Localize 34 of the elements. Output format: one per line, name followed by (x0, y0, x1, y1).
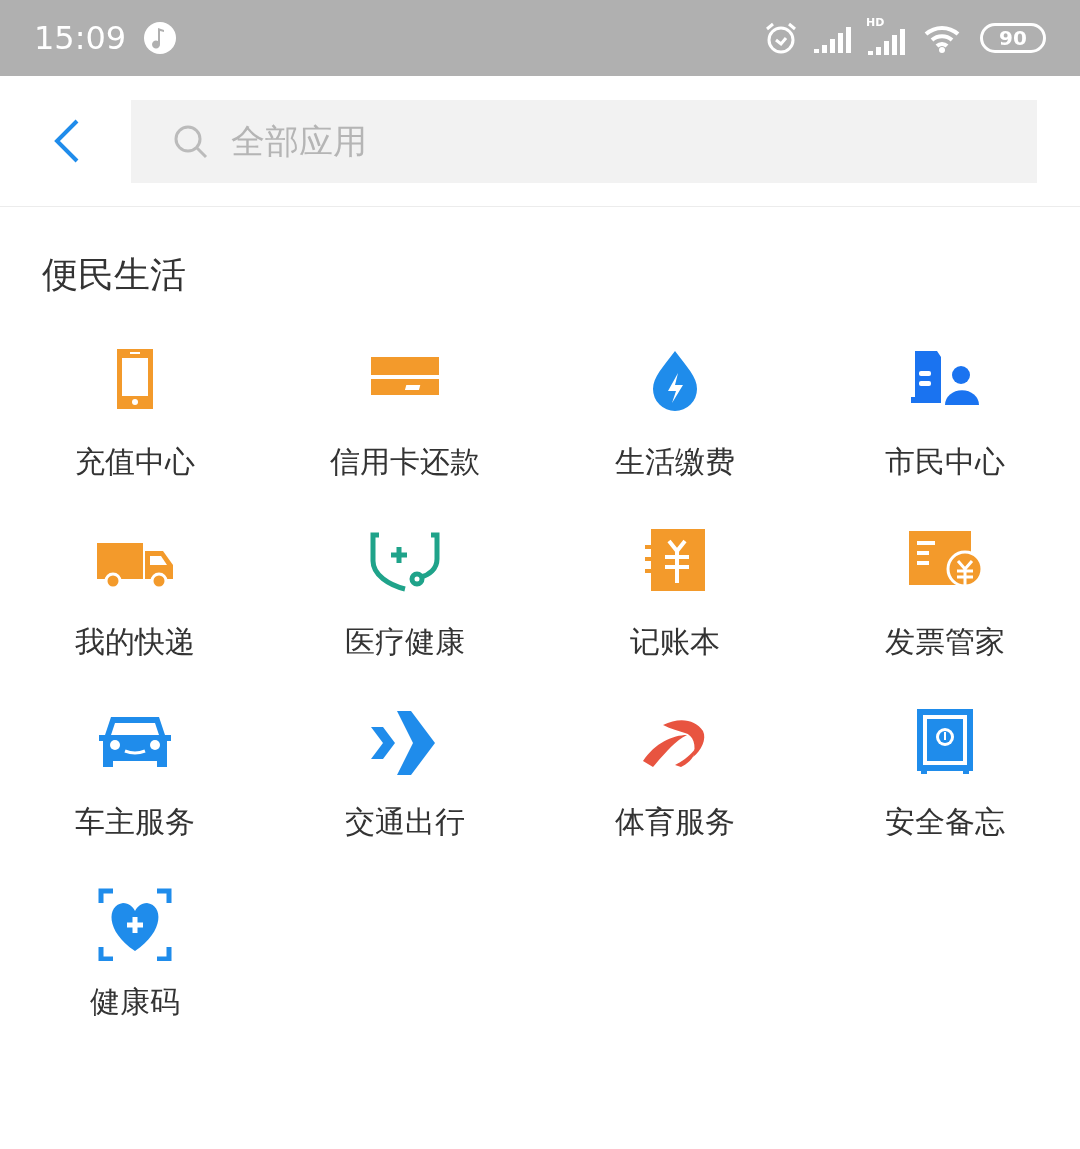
network-label: HD (866, 17, 885, 28)
app-label: 市民中心 (885, 447, 1005, 477)
app-label: 健康码 (90, 987, 180, 1017)
alarm-icon (764, 21, 798, 55)
app-tile[interactable]: 交通出行 (270, 705, 540, 837)
search-field[interactable]: 全部应用 (131, 99, 1037, 183)
app-label: 安全备忘 (885, 807, 1005, 837)
app-label: 体育服务 (615, 807, 735, 837)
app-tile[interactable]: 市民中心 (810, 345, 1080, 477)
app-tile[interactable]: 医疗健康 (270, 525, 540, 657)
section-title: 便民生活 (41, 253, 187, 293)
app-label: 发票管家 (885, 627, 1005, 657)
app-label: 车主服务 (75, 807, 195, 837)
app-tile[interactable]: 车主服务 (0, 705, 270, 837)
app-label: 交通出行 (345, 807, 465, 837)
app-tile[interactable]: 生活缴费 (540, 345, 810, 477)
app-tile[interactable]: 充值中心 (0, 345, 270, 477)
app-label: 我的快递 (75, 627, 195, 657)
app-tile[interactable]: 发票管家 (810, 525, 1080, 657)
app-label: 充值中心 (75, 447, 195, 477)
music-note-icon (144, 22, 177, 54)
clock: 15:09 (34, 18, 127, 59)
app-label: 记账本 (630, 627, 720, 657)
battery-indicator: 90 (980, 23, 1046, 53)
app-tile[interactable]: 我的快递 (0, 525, 270, 657)
app-label: 生活缴费 (615, 447, 735, 477)
app-label: 信用卡还款 (330, 447, 480, 477)
app-tile[interactable]: 健康码 (0, 885, 270, 1017)
app-tile[interactable]: 安全备忘 (810, 705, 1080, 837)
app-label: 医疗健康 (345, 627, 465, 657)
app-tile[interactable]: 记账本 (540, 525, 810, 657)
app-tile[interactable]: 信用卡还款 (270, 345, 540, 477)
search-icon (173, 123, 209, 160)
app-tile[interactable]: 体育服务 (540, 705, 810, 837)
